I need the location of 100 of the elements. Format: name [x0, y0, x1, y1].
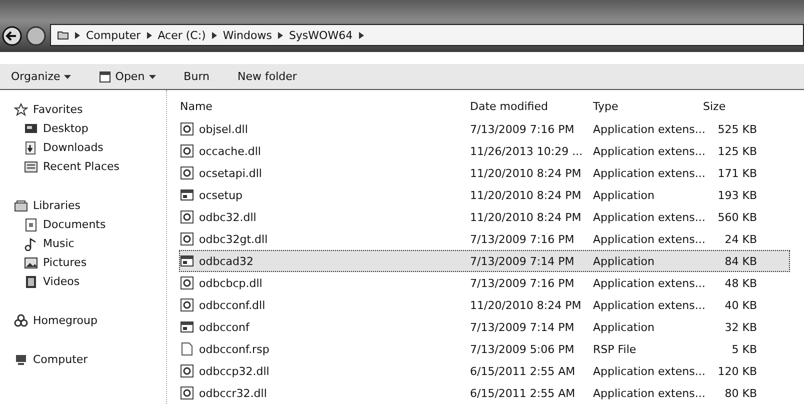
breadcrumb[interactable]: Windows — [222, 28, 272, 42]
column-header[interactable]: Date modified — [470, 100, 593, 112]
table-cell-text: 7/13/2009 7:14 PM — [470, 320, 576, 334]
table-cell-text: 84 KB — [724, 254, 757, 268]
nav-item[interactable]: Homegroup — [14, 311, 166, 330]
file-name: objsel.dll — [199, 122, 248, 136]
nav-item[interactable]: Favorites — [14, 100, 166, 119]
open-icon — [99, 70, 112, 83]
nav-item[interactable]: Computer — [14, 350, 166, 369]
back-button[interactable] — [2, 26, 22, 46]
file-row[interactable]: odbcad32 7/13/2009 7:14 PM Application 84 KB — [179, 250, 790, 272]
table-cell: Application extens... — [593, 276, 703, 290]
file-row[interactable]: odbc32.dll 11/20/2010 8:24 PM Application extens... 560 KB — [179, 206, 790, 228]
file-name: ocsetapi.dll — [199, 166, 262, 180]
file-name: ocsetup — [199, 188, 243, 202]
recent-places-icon — [24, 160, 38, 174]
toolbar-button[interactable]: Open — [96, 68, 159, 86]
file-name: odbcconf — [199, 320, 250, 334]
toolbar-button[interactable]: New folder — [234, 68, 300, 86]
table-cell: Application extens... — [593, 232, 703, 246]
table-cell-text: 560 KB — [716, 210, 757, 224]
chevron-icon — [278, 32, 283, 39]
nav-item[interactable]: Music — [14, 234, 166, 253]
nav-item[interactable]: Downloads — [14, 138, 166, 157]
breadcrumb[interactable]: Computer — [86, 28, 141, 42]
table-cell: Application extens... — [593, 166, 703, 180]
file-row[interactable]: odbcconf.dll 11/20/2010 8:24 PM Application extens... 40 KB — [179, 294, 790, 316]
file-row[interactable]: odbcconf 7/13/2009 7:14 PM Application 32 KB — [179, 316, 790, 338]
file-row[interactable]: odbcbcp.dll 7/13/2009 7:16 PM Application extens... 48 KB — [179, 272, 790, 294]
table-cell-text: 7/13/2009 7:16 PM — [470, 276, 576, 290]
file-row[interactable]: objsel.dll 7/13/2009 7:16 PM Application extens... 525 KB — [179, 118, 790, 140]
table-cell-text: Application — [593, 254, 656, 268]
table-cell: Application extens... — [593, 364, 703, 378]
table-cell-text: 525 KB — [716, 122, 757, 136]
table-cell-text: 7/13/2009 7:16 PM — [470, 122, 576, 136]
table-cell-text: 24 KB — [724, 232, 757, 246]
document-icon — [24, 218, 38, 232]
nav-item[interactable]: Videos — [14, 272, 166, 291]
column-header[interactable]: Type — [593, 100, 703, 112]
table-cell-text: 40 KB — [724, 298, 757, 312]
file-row[interactable]: odbccr32.dll 6/15/2011 2:55 AM Application extens... 80 KB — [179, 382, 790, 404]
table-cell-text: 7/13/2009 7:14 PM — [470, 254, 576, 268]
star-icon — [14, 102, 28, 116]
nav-item[interactable]: Libraries — [14, 196, 166, 215]
table-cell-text: 7/13/2009 5:06 PM — [470, 342, 576, 356]
nav-item[interactable]: Documents — [14, 215, 166, 234]
caret-icon — [64, 74, 72, 79]
application-icon — [180, 254, 194, 268]
computer-icon — [14, 352, 28, 366]
file-row[interactable]: ocsetup 11/20/2010 8:24 PM Application 193 KB — [179, 184, 790, 206]
desktop-icon — [24, 122, 38, 136]
table-cell-text: 171 KB — [716, 166, 757, 180]
table-cell-text: 11/20/2010 8:24 PM — [470, 188, 582, 202]
table-cell-text: 193 KB — [716, 188, 757, 202]
table-cell-text: RSP File — [593, 342, 638, 356]
file-name: odbc32.dll — [199, 210, 256, 224]
toolbar-button[interactable]: Organize — [8, 68, 74, 86]
table-cell-text: 120 KB — [716, 364, 757, 378]
file-row[interactable]: occache.dll 11/26/2013 10:29 ... Application extens... 125 KB — [179, 140, 790, 162]
music-note-icon — [24, 236, 38, 250]
breadcrumb[interactable]: Acer (C:) — [158, 28, 206, 42]
file-name: odbcad32 — [199, 254, 254, 268]
table-cell-text: 6/15/2011 2:55 AM — [470, 364, 576, 378]
file-row[interactable]: odbccp32.dll 6/15/2011 2:55 AM Application extens... 120 KB — [179, 360, 790, 382]
column-header[interactable]: Size — [703, 100, 757, 112]
file-row[interactable]: odbcconf.rsp 7/13/2009 5:06 PM RSP File 5 KB — [179, 338, 790, 360]
file-name: odbcconf.dll — [199, 298, 266, 312]
table-cell-text: Application — [593, 320, 656, 334]
table-cell-text: 11/20/2010 8:24 PM — [470, 298, 582, 312]
application-icon — [180, 320, 194, 334]
table-cell: Application extens... — [593, 210, 703, 224]
table-cell-text: Application — [593, 188, 656, 202]
table-cell-text: 80 KB — [724, 386, 757, 400]
table-cell-text: 11/20/2010 8:24 PM — [470, 166, 582, 180]
table-cell-text: 125 KB — [716, 144, 757, 158]
breadcrumb[interactable]: SysWOW64 — [288, 28, 353, 42]
homegroup-icon — [14, 314, 28, 328]
nav-item[interactable]: Pictures — [14, 253, 166, 272]
file-row[interactable]: odbc32gt.dll 7/13/2009 7:16 PM Application extens... 24 KB — [179, 228, 790, 250]
forward-button[interactable] — [26, 26, 46, 46]
chevron-icon — [212, 32, 217, 39]
table-cell: Application extens... — [593, 122, 703, 136]
file-row[interactable]: ocsetapi.dll 11/20/2010 8:24 PM Application extens... 171 KB — [179, 162, 790, 184]
column-header[interactable]: Name — [180, 100, 470, 112]
table-cell: Application extens... — [593, 386, 703, 400]
table-cell-text: 6/15/2011 2:55 AM — [470, 386, 576, 400]
picture-icon — [24, 256, 38, 270]
nav-item[interactable]: Desktop — [14, 119, 166, 138]
application-icon — [180, 188, 194, 202]
address-bar[interactable]: Computer Acer (C:) Windows SysWOW64 — [50, 24, 804, 46]
download-folder-icon — [24, 140, 38, 154]
file-name: odbccp32.dll — [199, 364, 270, 378]
file-name: odbccr32.dll — [199, 386, 267, 400]
table-cell-text: 48 KB — [724, 276, 757, 290]
nav-item[interactable]: Recent Places — [14, 157, 166, 176]
file-name: odbcbcp.dll — [199, 276, 262, 290]
blank-file-icon — [180, 342, 194, 356]
table-cell: Application extens... — [593, 144, 703, 158]
toolbar-button[interactable]: Burn — [180, 68, 212, 86]
table-cell-text: 7/13/2009 7:16 PM — [470, 232, 576, 246]
